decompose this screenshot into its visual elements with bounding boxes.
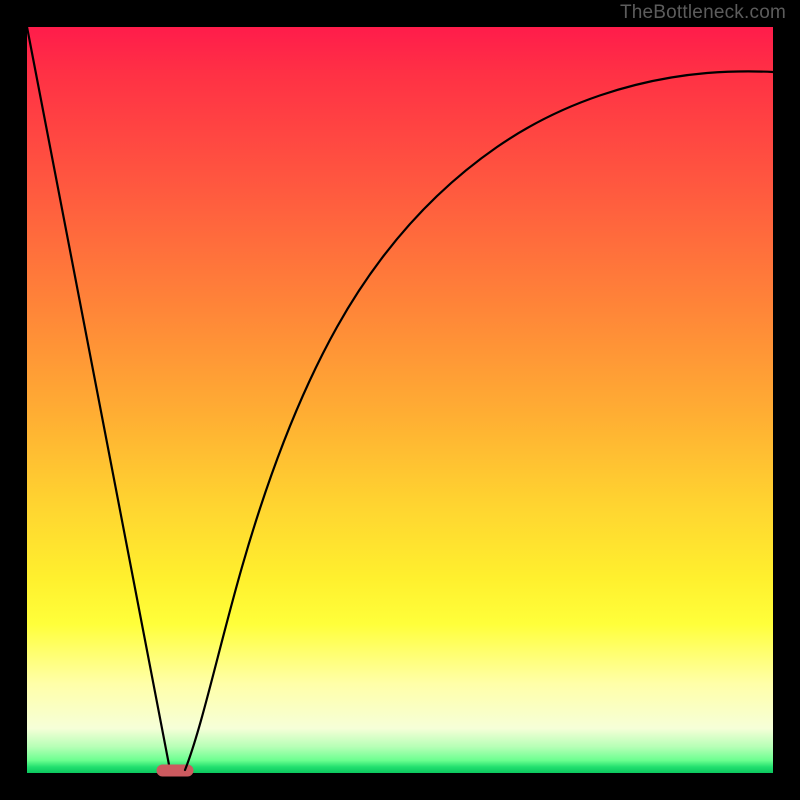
chart-frame: TheBottleneck.com xyxy=(0,0,800,800)
watermark-text: TheBottleneck.com xyxy=(620,2,786,24)
rising-curve xyxy=(185,71,773,770)
bottleneck-minimum-marker xyxy=(157,765,193,776)
chart-svg xyxy=(27,27,773,773)
plot-area xyxy=(27,27,773,773)
descending-line xyxy=(27,27,170,770)
